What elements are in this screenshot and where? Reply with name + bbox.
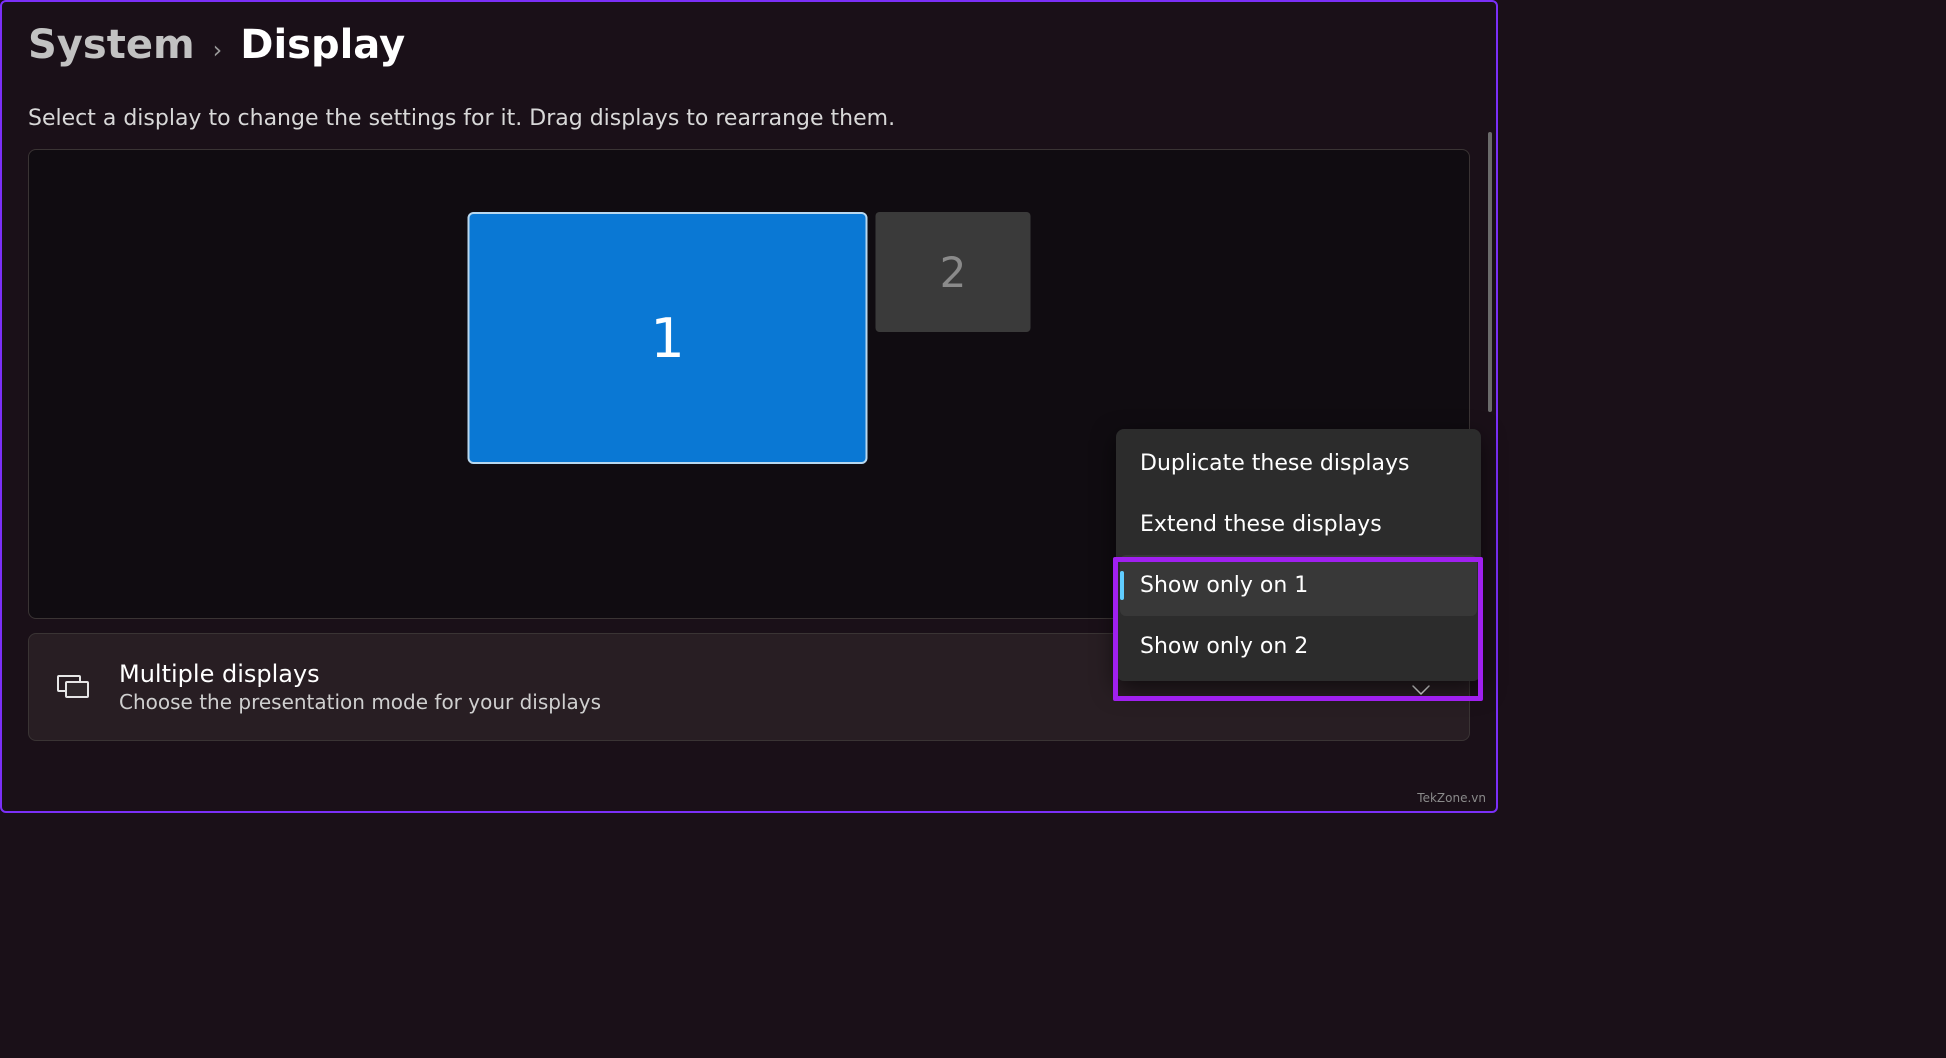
scrollbar-thumb[interactable] [1488,132,1492,412]
dropdown-option-duplicate[interactable]: Duplicate these displays [1120,433,1477,494]
breadcrumb-parent-link[interactable]: System [28,22,195,68]
display-tile-1[interactable]: 1 [468,212,868,464]
display-tile-2[interactable]: 2 [876,212,1031,332]
dropdown-option-show-only-1[interactable]: Show only on 1 [1120,555,1477,616]
multiple-displays-subtitle: Choose the presentation mode for your di… [119,690,601,714]
scrollbar[interactable] [1488,132,1492,612]
watermark-text: TekZone.vn [1417,791,1486,805]
instruction-text: Select a display to change the settings … [28,106,1470,131]
chevron-right-icon: › [213,36,223,64]
page-title: Display [240,22,405,68]
projection-mode-dropdown: Duplicate these displays Extend these di… [1116,429,1481,681]
breadcrumb: System › Display [28,22,1470,68]
chevron-down-icon[interactable] [1411,681,1431,693]
dropdown-option-extend[interactable]: Extend these displays [1120,494,1477,555]
multiple-displays-title: Multiple displays [119,660,601,688]
dropdown-option-show-only-2[interactable]: Show only on 2 [1120,616,1477,677]
displays-icon [57,675,89,699]
